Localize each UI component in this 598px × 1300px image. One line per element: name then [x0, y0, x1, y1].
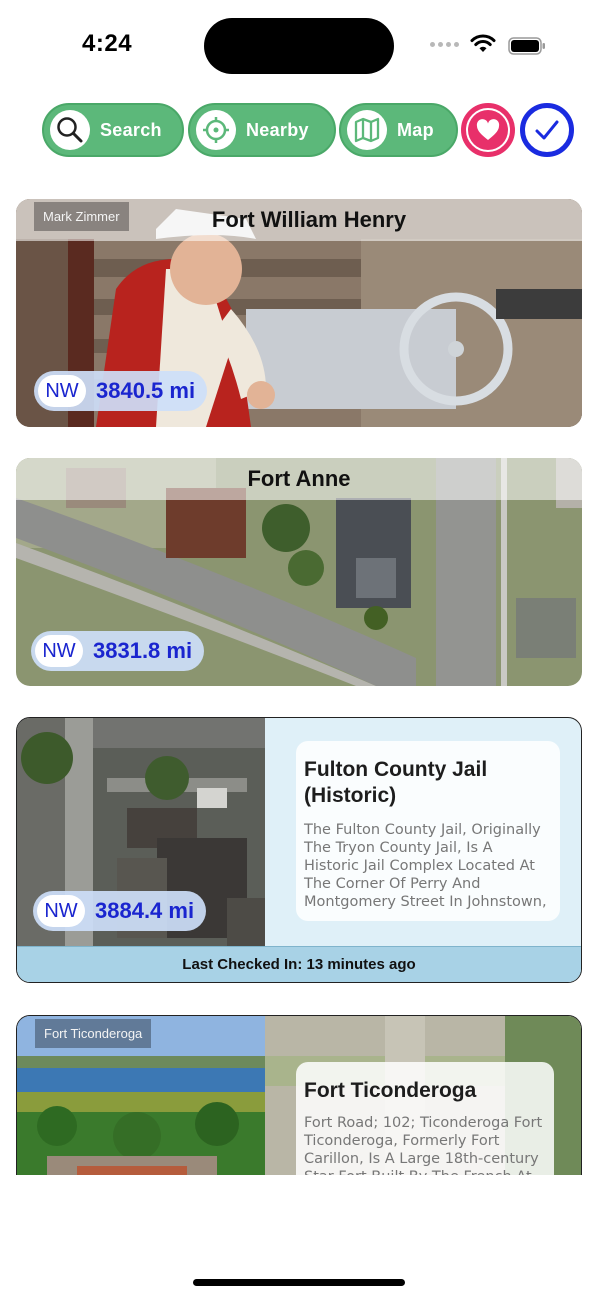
- distance-badge: NW 3840.5 mi: [34, 371, 208, 411]
- visited-button[interactable]: [520, 103, 574, 157]
- place-title: Fort William Henry: [211, 207, 407, 232]
- status-bar: 4:24: [0, 0, 598, 90]
- direction-label: NW: [37, 895, 85, 927]
- place-description: The Fulton County Jail, Originally The T…: [304, 822, 547, 910]
- map-icon: [347, 110, 387, 150]
- wifi-icon: [470, 34, 496, 52]
- heart-icon: [468, 110, 508, 150]
- place-description: Fort Road; 102; Ticonderoga Fort Ticonde…: [304, 1115, 543, 1175]
- toolbar: Search Nearby Map: [42, 103, 582, 157]
- dynamic-island: [204, 18, 394, 74]
- nearby-button[interactable]: Nearby: [188, 103, 336, 157]
- place-title: Fulton County Jail (Historic): [304, 758, 488, 807]
- checkmark-icon: [535, 120, 559, 140]
- place-info-box: Fort Ticonderoga Fort Road; 102; Ticonde…: [296, 1062, 554, 1175]
- direction-label: NW: [38, 375, 86, 407]
- place-card-fort-william-henry[interactable]: Fort William Henry Mark Zimmer NW 3840.5…: [16, 199, 582, 427]
- distance-value: 3884.4 mi: [95, 898, 195, 923]
- place-info-box: Fulton County Jail (Historic) The Fulton…: [296, 741, 560, 921]
- distance-value: 3840.5 mi: [96, 378, 196, 403]
- map-button-label: Map: [397, 119, 434, 140]
- distance-badge: NW 3831.8 mi: [31, 631, 205, 671]
- place-card-fulton-county-jail[interactable]: Fulton County Jail (Historic) The Fulton…: [16, 717, 582, 983]
- last-checked-in-bar: Last Checked In: 13 minutes ago: [17, 946, 581, 982]
- place-title-band: Fort Anne: [16, 458, 582, 500]
- distance-value: 3831.8 mi: [93, 638, 193, 663]
- photo-credit: Mark Zimmer: [34, 202, 129, 231]
- place-card-fort-anne[interactable]: Fort Anne NW 3831.8 mi: [16, 458, 582, 686]
- search-button[interactable]: Search: [42, 103, 184, 157]
- places-list[interactable]: Fort William Henry Mark Zimmer NW 3840.5…: [0, 180, 598, 1175]
- place-title: Fort Ticonderoga: [304, 1079, 477, 1102]
- direction-label: NW: [35, 635, 83, 667]
- cellular-signal-icon: [430, 42, 459, 47]
- search-button-label: Search: [100, 119, 162, 140]
- search-icon: [50, 110, 90, 150]
- battery-icon: [508, 37, 545, 55]
- map-button[interactable]: Map: [339, 103, 458, 157]
- location-crosshair-icon: [196, 110, 236, 150]
- status-time: 4:24: [82, 30, 133, 57]
- distance-badge: NW 3884.4 mi: [33, 891, 207, 931]
- nearby-button-label: Nearby: [246, 119, 309, 140]
- place-card-fort-ticonderoga[interactable]: Fort Ticonderoga Fort Ticonderoga Fort R…: [16, 1015, 582, 1175]
- home-indicator[interactable]: [193, 1279, 405, 1286]
- favorites-button[interactable]: [461, 103, 515, 157]
- photo-credit: Fort Ticonderoga: [35, 1019, 152, 1048]
- place-title: Fort Anne: [247, 466, 351, 491]
